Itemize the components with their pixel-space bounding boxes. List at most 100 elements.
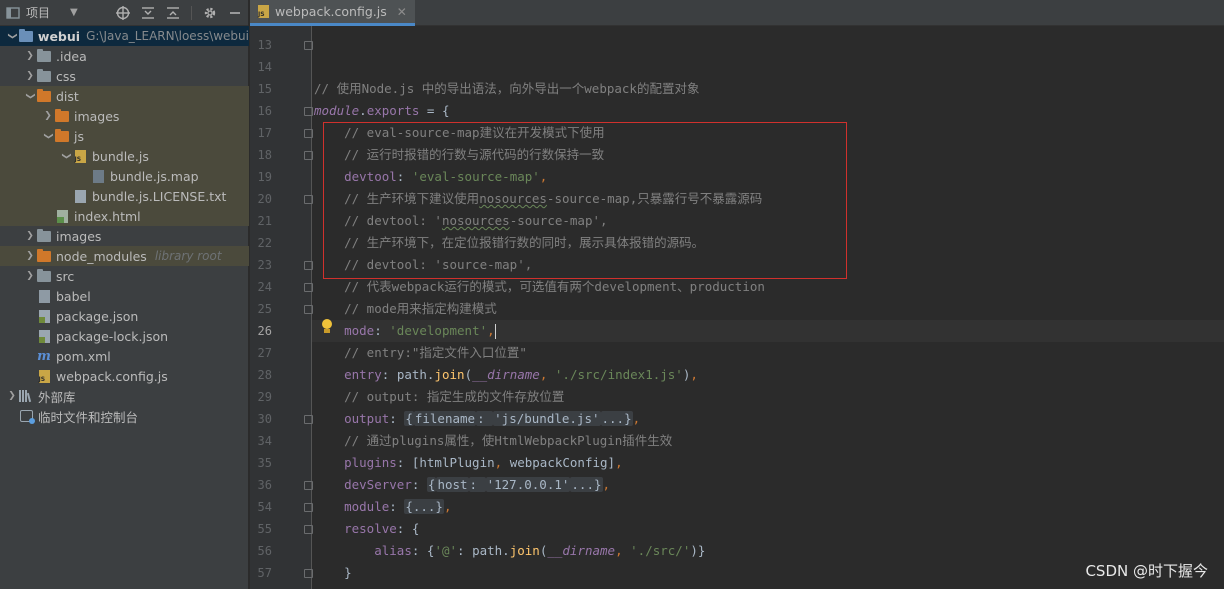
fold-marker-icon[interactable] bbox=[304, 41, 313, 50]
close-icon[interactable]: ✕ bbox=[397, 5, 407, 19]
gear-icon[interactable] bbox=[203, 6, 217, 20]
tree-item[interactable]: babel bbox=[0, 286, 249, 306]
minimize-icon[interactable] bbox=[228, 6, 242, 20]
code-line[interactable]: devtool: 'eval-source-map', bbox=[314, 166, 547, 188]
code-line[interactable]: // 使用Node.js 中的导出语法，向外导出一个webpack的配置对象 bbox=[314, 78, 699, 100]
lightbulb-icon[interactable] bbox=[320, 319, 334, 335]
tree-item[interactable]: bundle.js.LICENSE.txt bbox=[0, 186, 249, 206]
tree-item[interactable]: ❯ .idea bbox=[0, 46, 249, 66]
tree-item[interactable]: bundle.js.map bbox=[0, 166, 249, 186]
code-token: = { bbox=[419, 103, 450, 118]
code-line[interactable]: // devtool: 'nosources-source-map', bbox=[314, 210, 607, 232]
tree-item[interactable]: package-lock.json bbox=[0, 326, 249, 346]
tree-item[interactable]: ❯ images bbox=[0, 106, 249, 126]
code-line[interactable]: // output: 指定生成的文件存放位置 bbox=[314, 386, 564, 408]
chevron-down-icon[interactable]: ▼ bbox=[70, 7, 78, 18]
chevron-right-icon[interactable]: ❯ bbox=[6, 391, 18, 401]
line-number-gutter[interactable]: 13 14 15 16 17 18 19 20 21 22 23 24 25 26 27 28 29 30 34 35… bbox=[250, 26, 313, 589]
chevron-right-icon[interactable]: ❯ bbox=[42, 111, 54, 121]
fold-marker-icon[interactable] bbox=[304, 283, 313, 292]
line-number: 54 bbox=[257, 500, 272, 514]
tree-item[interactable]: ❯ webui G:\Java_LEARN\loess\webui bbox=[0, 26, 249, 46]
collapse-all-icon[interactable] bbox=[141, 6, 155, 20]
code-line[interactable]: // 生产环境下建议使用nosources-source-map,只暴露行号不暴… bbox=[314, 188, 762, 210]
chevron-down-icon[interactable]: ❯ bbox=[61, 150, 71, 162]
chevron-right-icon[interactable]: ❯ bbox=[24, 231, 36, 241]
tree-item[interactable]: 临时文件和控制台 bbox=[0, 406, 249, 426]
code-line[interactable]: // 代表webpack运行的模式，可选值有两个development、prod… bbox=[314, 276, 765, 298]
code-line[interactable]: // 生产环境下，在定位报错行数的同时，展示具体报错的源码。 bbox=[314, 232, 704, 254]
project-view-selector[interactable]: 项目 ▼ bbox=[6, 4, 116, 21]
code-line[interactable]: // 通过plugins属性，使HtmlWebpackPlugin插件生效 bbox=[314, 430, 672, 452]
code-token: entry bbox=[344, 367, 382, 382]
line-number: 15 bbox=[257, 82, 272, 96]
tree-item[interactable]: ❯ 外部库 bbox=[0, 386, 249, 406]
fold-marker-icon[interactable] bbox=[304, 525, 313, 534]
chevron-right-icon[interactable]: ❯ bbox=[24, 271, 36, 281]
tree-item[interactable]: ❯ bundle.js bbox=[0, 146, 249, 166]
tree-item[interactable]: ❯ dist bbox=[0, 86, 249, 106]
code-line[interactable]: module.exports = { bbox=[314, 100, 449, 122]
tree-item[interactable]: ❯ images bbox=[0, 226, 249, 246]
chevron-right-icon[interactable]: ❯ bbox=[24, 71, 36, 81]
tree-item[interactable]: index.html bbox=[0, 206, 249, 226]
chevron-down-icon[interactable]: ❯ bbox=[7, 30, 17, 42]
crosshair-icon[interactable] bbox=[116, 5, 130, 20]
line-number: 55 bbox=[257, 522, 272, 536]
line-number: 13 bbox=[257, 38, 272, 52]
chevron-down-icon[interactable]: ❯ bbox=[25, 90, 35, 102]
code-line[interactable]: // 运行时报错的行数与源代码的行数保持一致 bbox=[314, 144, 604, 166]
code-line[interactable]: alias: {'@': path.join(__dirname, './src… bbox=[314, 540, 705, 562]
chevron-right-icon[interactable]: ❯ bbox=[24, 251, 36, 261]
tree-item[interactable]: ❯ node_modules library root bbox=[0, 246, 249, 266]
tree-item[interactable]: ❯ js bbox=[0, 126, 249, 146]
fold-marker-icon[interactable] bbox=[304, 415, 313, 424]
fold-marker-icon[interactable] bbox=[304, 107, 313, 116]
code-line[interactable]: // eval-source-map建议在开发模式下使用 bbox=[314, 122, 604, 144]
tree-item-label: images bbox=[56, 228, 102, 244]
code-line[interactable]: entry: path.join(__dirname, './src/index… bbox=[314, 364, 698, 386]
fold-marker-icon[interactable] bbox=[304, 481, 313, 490]
tree-item-label: dist bbox=[56, 88, 79, 104]
code-token: : bbox=[389, 499, 405, 514]
code-line[interactable]: mode: 'development', bbox=[314, 320, 496, 342]
code-line[interactable]: resolve: { bbox=[314, 518, 419, 540]
fold-marker-icon[interactable] bbox=[304, 129, 313, 138]
fold-marker-icon[interactable] bbox=[304, 195, 313, 204]
line-number: 36 bbox=[257, 478, 272, 492]
chevron-down-icon[interactable]: ❯ bbox=[43, 130, 53, 142]
code-token: // devtool: 'source-map', bbox=[344, 257, 533, 272]
code-token: exports bbox=[366, 103, 420, 118]
tab-webpack-config[interactable]: webpack.config.js ✕ bbox=[250, 0, 415, 26]
code-line[interactable]: output: {filename: 'js/bundle.js'...}, bbox=[314, 408, 640, 430]
folder-icon bbox=[36, 228, 52, 243]
tree-item[interactable]: m pom.xml bbox=[0, 346, 249, 366]
expand-all-icon[interactable] bbox=[166, 6, 180, 20]
tree-item[interactable]: package.json bbox=[0, 306, 249, 326]
code-editor[interactable]: 13 14 15 16 17 18 19 20 21 22 23 24 25 26 27 28 29 30 34 35… bbox=[250, 26, 1224, 589]
fold-marker-icon[interactable] bbox=[304, 305, 313, 314]
tree-item-label: 外部库 bbox=[38, 389, 76, 405]
fold-marker-icon[interactable] bbox=[304, 261, 313, 270]
code-line[interactable]: // entry:"指定文件入口位置" bbox=[314, 342, 527, 364]
code-line[interactable]: // mode用来指定构建模式 bbox=[314, 298, 497, 320]
code-line[interactable]: // devtool: 'source-map', bbox=[314, 254, 532, 276]
code-line[interactable]: plugins: [htmlPlugin, webpackConfig], bbox=[314, 452, 622, 474]
tree-item[interactable]: webpack.config.js bbox=[0, 366, 249, 386]
code-line[interactable]: } bbox=[314, 562, 352, 584]
fold-marker-icon[interactable] bbox=[304, 503, 313, 512]
fold-marker-icon[interactable] bbox=[304, 151, 313, 160]
tree-item[interactable]: ❯ css bbox=[0, 66, 249, 86]
chevron-right-icon[interactable]: ❯ bbox=[24, 51, 36, 61]
fold-marker-icon[interactable] bbox=[304, 569, 313, 578]
code-token: : path. bbox=[457, 543, 510, 558]
line-number: 27 bbox=[257, 346, 272, 360]
tree-item[interactable]: ❯ src bbox=[0, 266, 249, 286]
project-panel-header: 项目 ▼ bbox=[0, 0, 248, 26]
code-line[interactable]: devServer: {host: '127.0.0.1'...}, bbox=[314, 474, 610, 496]
code-line[interactable]: module: {...}, bbox=[314, 496, 452, 518]
